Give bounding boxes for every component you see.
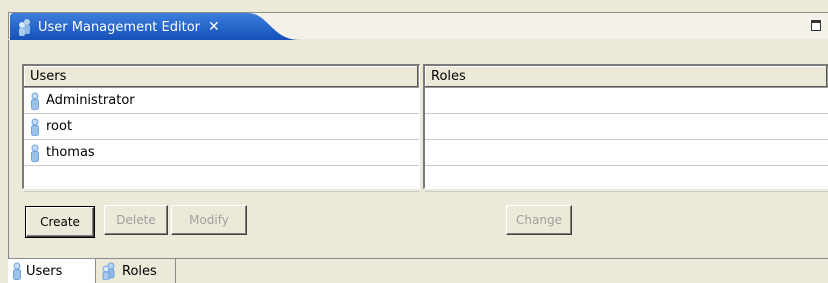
user-icon	[31, 118, 39, 136]
table-row[interactable]: Administrator	[24, 88, 419, 114]
create-button[interactable]: Create	[25, 206, 95, 238]
empty-row	[425, 88, 828, 114]
editor-tab-title: User Management Editor	[38, 19, 201, 35]
maximize-icon[interactable]	[811, 20, 821, 31]
users-column-header[interactable]: Users	[24, 66, 419, 88]
users-group-icon	[16, 18, 34, 36]
editor-tab-strip: User Management Editor ✕	[0, 0, 828, 40]
modify-button[interactable]: Modify	[171, 205, 247, 235]
tab-users[interactable]: Users	[8, 259, 96, 283]
user-name: root	[46, 118, 73, 134]
user-icon	[31, 144, 39, 162]
change-button[interactable]: Change	[506, 205, 572, 235]
delete-button[interactable]: Delete	[104, 205, 168, 235]
roles-column-header[interactable]: Roles	[425, 66, 828, 88]
table-row[interactable]: thomas	[24, 140, 419, 166]
roles-table: Roles	[423, 64, 828, 192]
empty-row	[425, 166, 828, 192]
table-row[interactable]: root	[24, 114, 419, 140]
editor-content: Users Administrator root thomas Roles Cr…	[8, 40, 828, 258]
user-icon	[31, 92, 39, 110]
users-table: Users Administrator root thomas	[22, 64, 420, 192]
editor-tab[interactable]: User Management Editor ✕	[10, 13, 300, 40]
tab-users-label: Users	[26, 263, 63, 279]
close-icon[interactable]: ✕	[208, 19, 220, 35]
user-name: Administrator	[46, 92, 135, 108]
user-icon	[13, 262, 21, 280]
users-group-icon	[102, 262, 115, 280]
empty-row	[425, 114, 828, 140]
bottom-tab-bar: Users Roles	[8, 258, 828, 283]
empty-row	[425, 140, 828, 166]
tab-roles[interactable]: Roles	[96, 259, 176, 283]
empty-row	[24, 166, 419, 192]
user-name: thomas	[46, 144, 95, 160]
tab-roles-label: Roles	[122, 263, 157, 279]
